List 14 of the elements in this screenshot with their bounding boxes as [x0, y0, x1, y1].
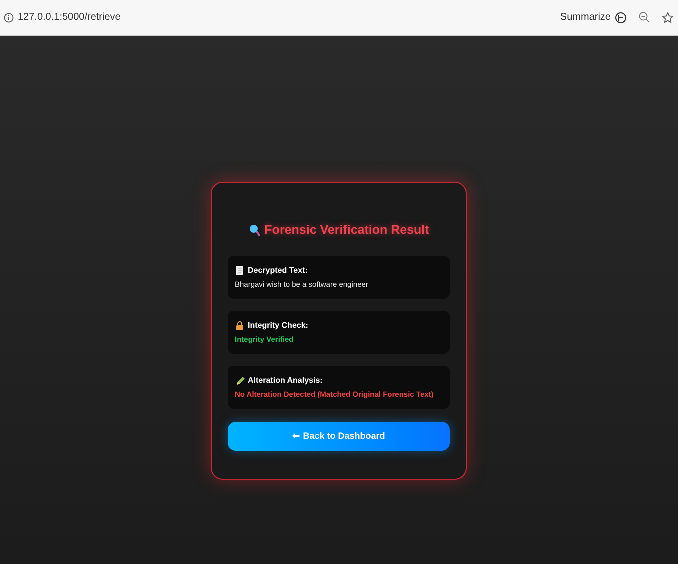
address-bar-url[interactable]: 127.0.0.1:5000/retrieve [18, 10, 556, 25]
magnifier-icon [248, 224, 261, 237]
section-label: Integrity Check: [248, 320, 308, 332]
section-label: Decrypted Text: [248, 264, 308, 277]
card-title: Forensic Verification Result [264, 222, 430, 239]
star-icon[interactable] [662, 12, 674, 24]
zoom-out-icon[interactable] [639, 12, 650, 23]
summarize-button[interactable]: Summarize [560, 10, 611, 25]
summarize-icon[interactable] [615, 12, 627, 24]
document-icon [235, 266, 245, 276]
pencil-icon [235, 376, 245, 386]
lock-icon [235, 320, 245, 331]
info-icon[interactable] [4, 12, 14, 22]
section-label: Alteration Analysis: [248, 374, 323, 387]
